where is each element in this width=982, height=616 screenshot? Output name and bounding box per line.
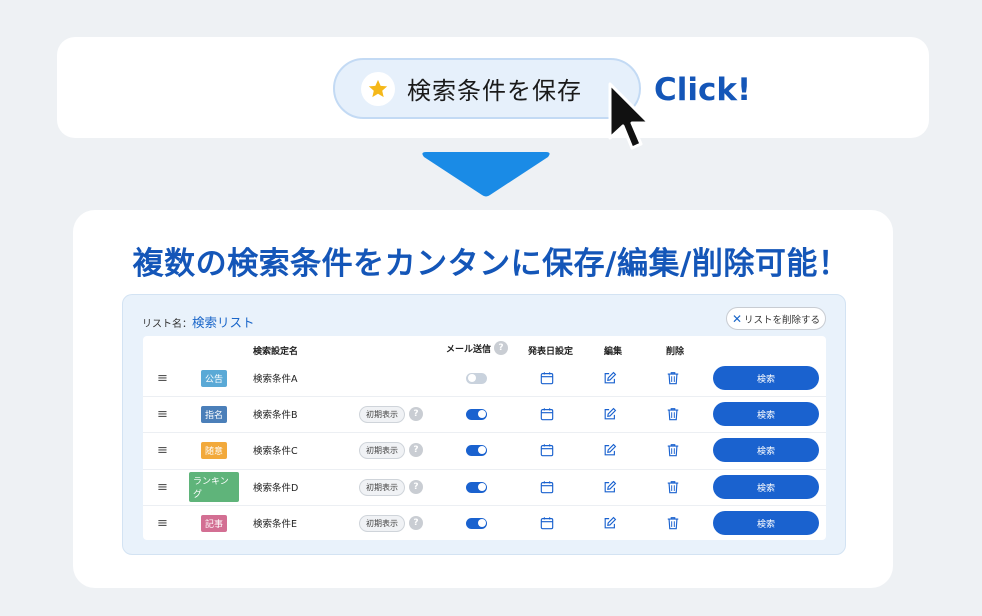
initial-display-badge[interactable]: 初期表示	[359, 405, 405, 423]
category-tag: ランキング	[189, 469, 239, 505]
initial-display: 初期表示 ?	[359, 469, 423, 505]
col-header-delete: 削除	[666, 347, 685, 357]
edit-icon[interactable]	[603, 505, 617, 541]
calendar-icon[interactable]	[540, 396, 554, 432]
initial-display-badge[interactable]: 初期表示	[359, 478, 405, 496]
delete-list-button[interactable]: ✕ リストを削除する	[726, 307, 826, 330]
headline: 複数の検索条件をカンタンに保存/編集/削除可能！	[132, 246, 850, 282]
save-search-button[interactable]: 検索条件を保存	[333, 58, 641, 119]
drag-handle-icon[interactable]: ≡	[157, 396, 168, 432]
close-icon: ✕	[731, 311, 743, 326]
delete-list-label: リストを削除する	[744, 314, 821, 326]
table-row: ≡ ランキング 検索条件D 初期表示 ? 検索	[143, 469, 826, 505]
search-name: 検索条件A	[253, 374, 298, 385]
trash-icon[interactable]	[666, 360, 680, 396]
category-tag-label: 随意	[200, 441, 227, 459]
table-row: ≡ 指名 検索条件B 初期表示 ? 検索	[143, 396, 826, 432]
edit-icon[interactable]	[603, 469, 617, 505]
col-header-publish: 発表日設定	[528, 347, 574, 357]
save-button-label: 検索条件を保存	[407, 77, 582, 105]
col-header-mail: メール送信 ?	[446, 341, 509, 355]
category-tag-label: ランキング	[189, 472, 239, 502]
initial-display: 初期表示 ?	[359, 432, 423, 468]
category-tag-label: 指名	[200, 405, 227, 423]
mail-toggle[interactable]	[466, 396, 487, 432]
click-label: Click!	[654, 72, 752, 108]
trash-icon[interactable]	[666, 432, 680, 468]
list-name-value: 検索リスト	[192, 315, 255, 330]
category-tag-label: 記事	[200, 514, 227, 532]
drag-handle-icon[interactable]: ≡	[157, 360, 168, 396]
calendar-icon[interactable]	[540, 360, 554, 396]
cursor-icon	[608, 82, 651, 150]
edit-icon[interactable]	[603, 432, 617, 468]
initial-display: 初期表示 ?	[359, 396, 423, 432]
mail-toggle[interactable]	[466, 505, 487, 541]
trash-icon[interactable]	[666, 469, 680, 505]
help-icon[interactable]: ?	[409, 407, 423, 421]
col-header-mail-label: メール送信	[446, 344, 492, 355]
list-name-label: リスト名：	[142, 319, 192, 330]
edit-icon[interactable]	[603, 396, 617, 432]
search-name: 検索条件D	[253, 483, 299, 494]
help-icon[interactable]: ?	[409, 516, 423, 530]
search-button[interactable]: 検索	[713, 511, 819, 535]
trash-icon[interactable]	[666, 505, 680, 541]
col-header-edit: 編集	[604, 347, 623, 357]
mail-toggle[interactable]	[466, 432, 487, 468]
mail-toggle[interactable]	[466, 360, 487, 396]
help-icon[interactable]: ?	[409, 443, 423, 457]
search-name: 検索条件B	[253, 410, 298, 421]
category-tag: 記事	[189, 505, 239, 541]
mail-toggle[interactable]	[466, 469, 487, 505]
table-row: ≡ 随意 検索条件C 初期表示 ? 検索	[143, 432, 826, 468]
category-tag: 随意	[189, 432, 239, 468]
down-arrow-icon	[422, 152, 550, 197]
trash-icon[interactable]	[666, 396, 680, 432]
table-row: ≡ 公告 検索条件A 検索	[143, 360, 826, 396]
list-name: リスト名：検索リスト	[142, 312, 255, 331]
category-tag: 公告	[189, 360, 239, 396]
search-name: 検索条件E	[253, 519, 298, 530]
initial-display-badge[interactable]: 初期表示	[359, 441, 405, 459]
star-icon	[361, 71, 395, 106]
drag-handle-icon[interactable]: ≡	[157, 505, 168, 541]
drag-handle-icon[interactable]: ≡	[157, 432, 168, 468]
col-header-name: 検索設定名	[253, 347, 299, 357]
help-icon[interactable]: ?	[409, 480, 423, 494]
search-name: 検索条件C	[253, 446, 298, 457]
calendar-icon[interactable]	[540, 432, 554, 468]
search-button[interactable]: 検索	[713, 475, 819, 499]
search-button[interactable]: 検索	[713, 438, 819, 462]
calendar-icon[interactable]	[540, 505, 554, 541]
search-button[interactable]: 検索	[713, 402, 819, 426]
category-tag: 指名	[189, 396, 239, 432]
drag-handle-icon[interactable]: ≡	[157, 469, 168, 505]
search-button[interactable]: 検索	[713, 366, 819, 390]
initial-display-badge[interactable]: 初期表示	[359, 514, 405, 532]
edit-icon[interactable]	[603, 360, 617, 396]
help-icon[interactable]: ?	[494, 341, 509, 355]
calendar-icon[interactable]	[540, 469, 554, 505]
initial-display: 初期表示 ?	[359, 505, 423, 541]
category-tag-label: 公告	[200, 369, 227, 387]
table-row: ≡ 記事 検索条件E 初期表示 ? 検索	[143, 505, 826, 541]
